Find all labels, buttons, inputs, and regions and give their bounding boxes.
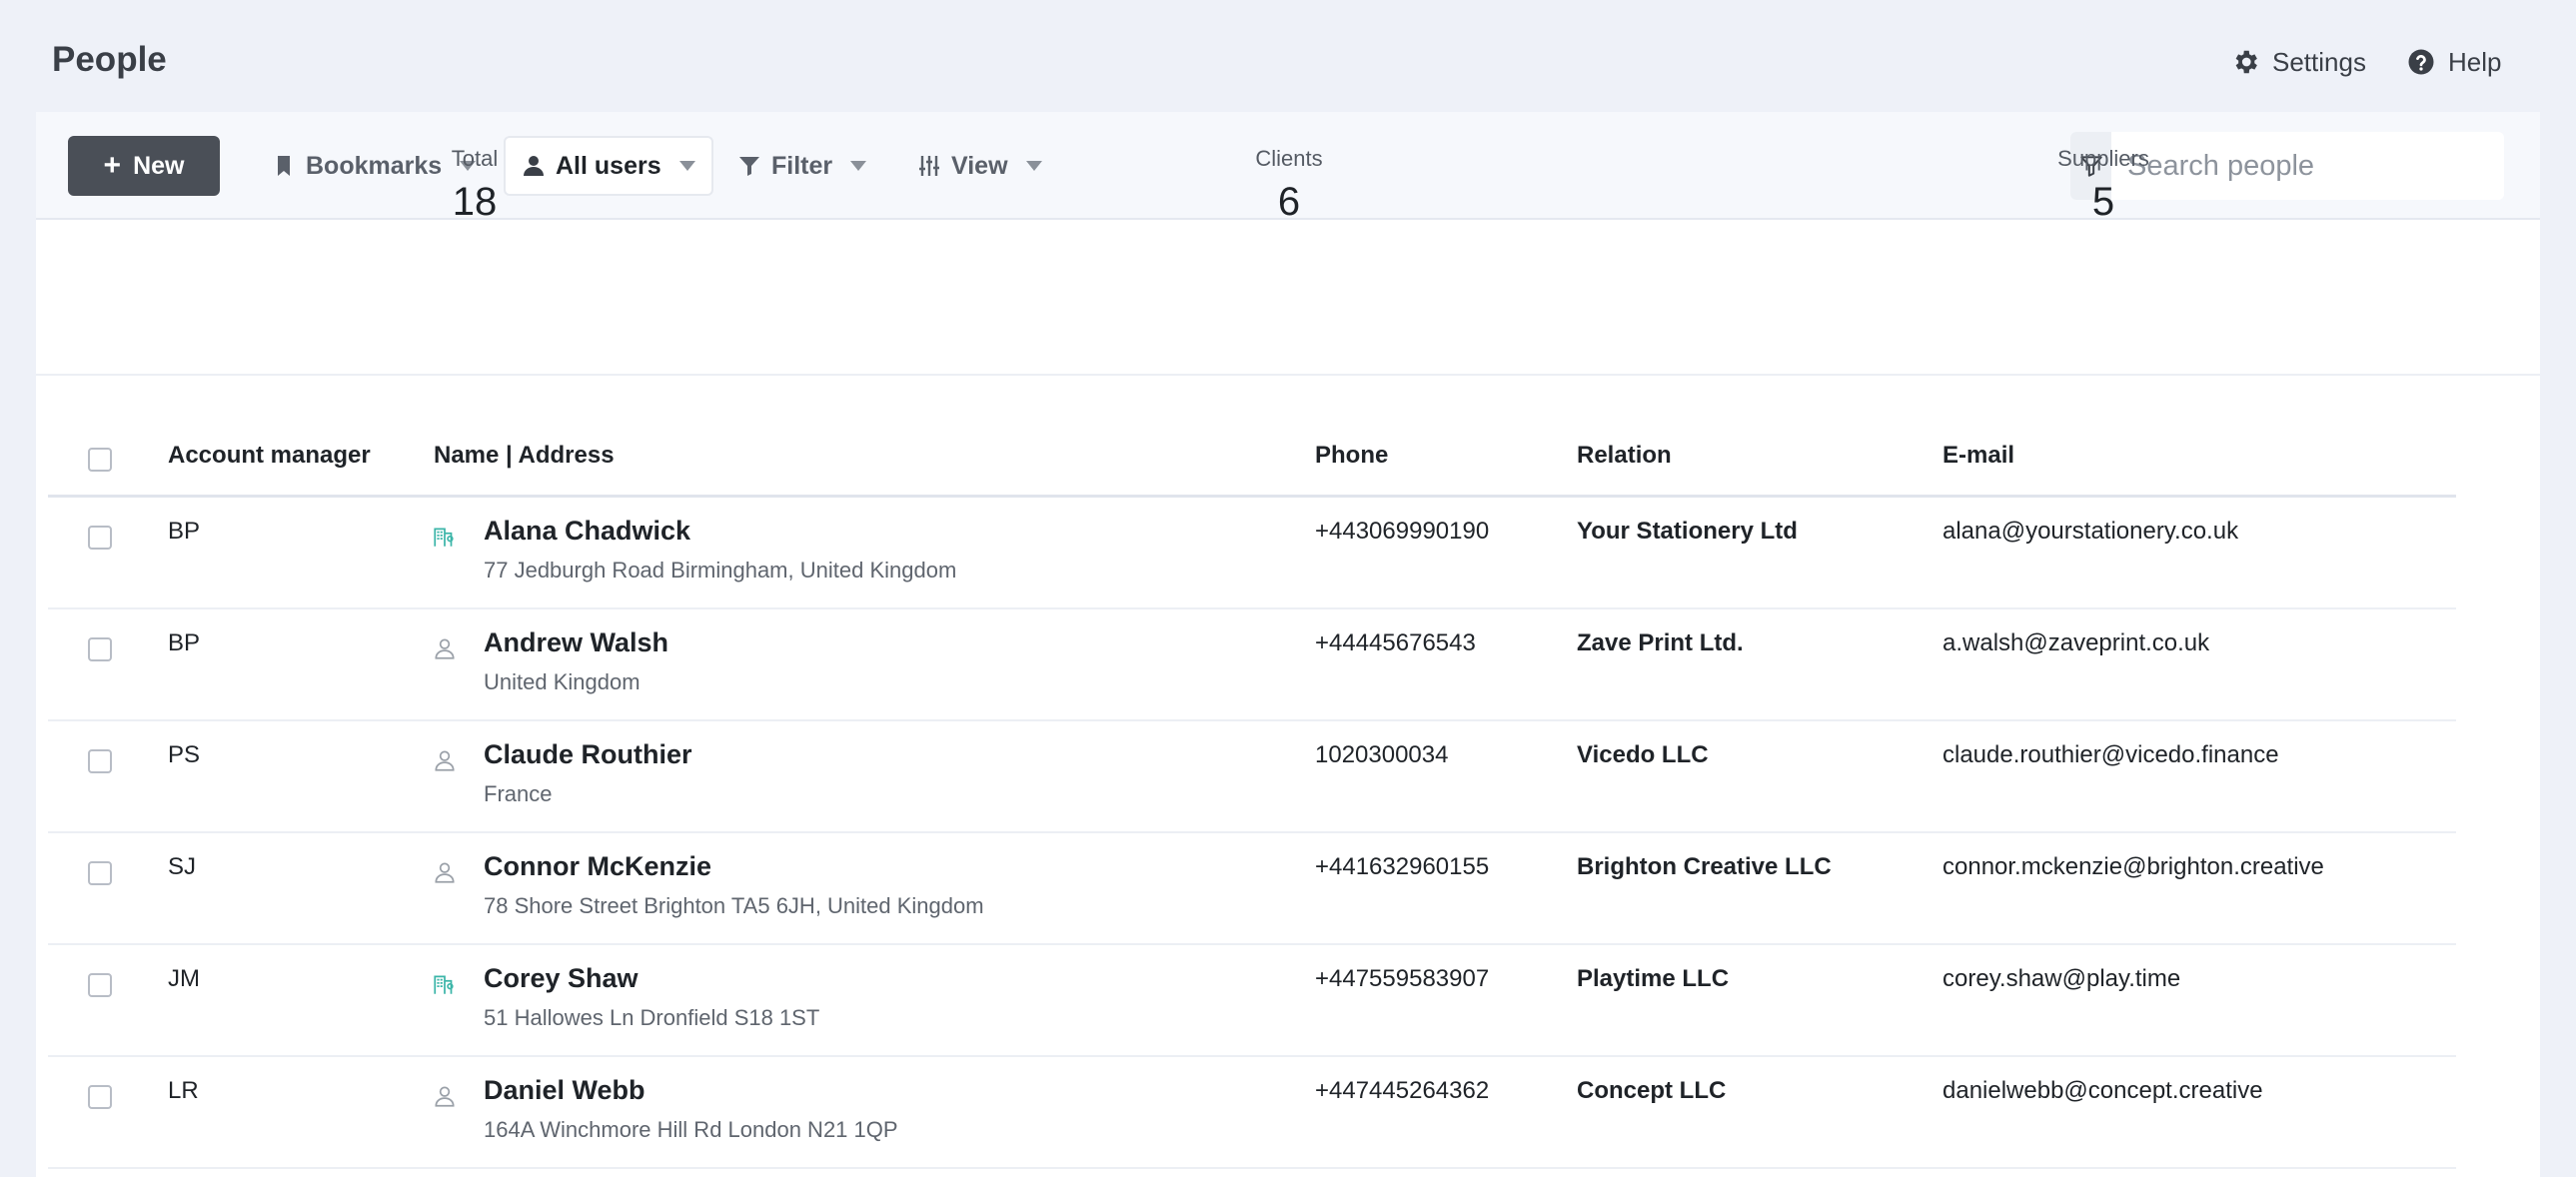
stat-label: Clients [1255, 146, 1323, 171]
table-row[interactable]: BP Alana Chadwick 77 Jedburgh Road Birmi… [48, 498, 2456, 609]
row-checkbox[interactable] [88, 1085, 112, 1109]
person-address: 51 Hallowes Ln Dronfield S18 1ST [484, 1005, 820, 1030]
stat-suppliers: Suppliers 5 [2038, 146, 2168, 225]
all-users-dropdown[interactable]: All users [504, 136, 713, 196]
top-bar: People Settings Help [0, 0, 2576, 112]
chevron-down-icon [850, 161, 867, 171]
company-icon [434, 975, 454, 994]
relation: Playtime LLC [1577, 965, 1730, 992]
view-dropdown[interactable]: View [917, 136, 1042, 196]
person-name[interactable]: Alana Chadwick [484, 516, 690, 547]
column-header[interactable]: Name | Address [434, 442, 615, 470]
person-icon [435, 862, 455, 883]
stat-label: Total [451, 146, 499, 171]
relation: Vicedo LLC [1577, 741, 1709, 768]
settings-link[interactable]: Settings [2230, 44, 2366, 80]
phone: +447559583907 [1315, 965, 1490, 992]
person-address: 78 Shore Street Brighton TA5 6JH, United… [484, 893, 984, 918]
table-row[interactable]: SJ Connor McKenzie 78 Shore Street Brigh… [48, 833, 2456, 945]
filter-dropdown[interactable]: Filter [737, 136, 867, 196]
help-icon [2408, 49, 2434, 75]
email[interactable]: danielwebb@concept.creative [1942, 1077, 2263, 1105]
person-icon [435, 638, 455, 659]
row-checkbox[interactable] [88, 973, 112, 997]
help-link[interactable]: Help [2406, 44, 2501, 80]
email[interactable]: alana@yourstationery.co.uk [1942, 518, 2238, 546]
person-name[interactable]: Connor McKenzie [484, 851, 711, 882]
phone: +447445264362 [1315, 1077, 1490, 1104]
filter-label: Filter [771, 151, 833, 180]
person-icon [435, 1086, 455, 1107]
new-button[interactable]: + New [68, 136, 220, 196]
column-header[interactable]: Phone [1315, 442, 1388, 470]
stat-total: Total 18 [420, 146, 530, 225]
column-header[interactable]: Relation [1577, 442, 1672, 470]
stat-clients: Clients 6 [1229, 146, 1349, 225]
person-address: United Kingdom [484, 669, 641, 694]
row-checkbox[interactable] [88, 637, 112, 661]
column-header[interactable]: Account manager [168, 442, 371, 470]
table-row[interactable]: PS Claude Routhier France 1020300034 Vic… [48, 721, 2456, 833]
new-button-label: New [133, 151, 185, 180]
person-icon [435, 750, 455, 771]
table-header: Account manager Name | Address Phone Rel… [48, 420, 2456, 498]
person-name[interactable]: Andrew Walsh [484, 627, 668, 658]
stat-value: 18 [452, 180, 498, 224]
account-manager: JM [168, 965, 200, 992]
person-name[interactable]: Corey Shaw [484, 963, 639, 994]
email[interactable]: claude.routhier@vicedo.finance [1942, 741, 2279, 769]
stat-value: 6 [1277, 180, 1301, 224]
help-label: Help [2448, 46, 2502, 77]
page-title: People [52, 40, 167, 79]
account-manager: BP [168, 629, 201, 656]
email[interactable]: a.walsh@zaveprint.co.uk [1942, 629, 2209, 657]
chevron-down-icon [1025, 161, 1042, 171]
table-row[interactable]: LR Daniel Webb 164A Winchmore Hill Rd Lo… [48, 1057, 2456, 1169]
table-row[interactable]: JM Corey Shaw 51 Hallowes Ln Dronfield S… [48, 945, 2456, 1057]
column-header[interactable]: E-mail [1942, 442, 2014, 470]
table-row[interactable]: BP Andrew Walsh United Kingdom +44445676… [48, 609, 2456, 721]
sliders-icon [919, 156, 939, 176]
person-address: France [484, 781, 553, 806]
relation: Brighton Creative LLC [1577, 853, 1832, 880]
email[interactable]: connor.mckenzie@brighton.creative [1942, 853, 2324, 881]
relation: Your Stationery Ltd [1577, 518, 1798, 545]
account-manager: BP [168, 518, 201, 545]
bookmark-icon [278, 156, 290, 176]
view-label: View [951, 151, 1008, 180]
chevron-down-icon [678, 161, 695, 171]
person-address: 77 Jedburgh Road Birmingham, United King… [484, 558, 957, 583]
row-checkbox[interactable] [88, 861, 112, 885]
phone: 1020300034 [1315, 741, 1449, 768]
relation: Zave Print Ltd. [1577, 629, 1744, 656]
company-icon [434, 528, 454, 547]
person-name[interactable]: Daniel Webb [484, 1075, 645, 1106]
all-users-label: All users [556, 151, 661, 180]
gear-icon [2235, 50, 2257, 74]
relation: Concept LLC [1577, 1077, 1727, 1104]
row-checkbox[interactable] [88, 526, 112, 550]
select-all-checkbox[interactable] [88, 448, 112, 472]
plus-icon: + [103, 149, 122, 182]
email[interactable]: corey.shaw@play.time [1942, 965, 2180, 993]
stat-value: 5 [2091, 180, 2115, 224]
account-manager: LR [168, 1077, 199, 1104]
row-checkbox[interactable] [88, 749, 112, 773]
stat-label: Suppliers [2057, 146, 2149, 171]
phone: +44445676543 [1315, 629, 1476, 656]
settings-label: Settings [2272, 46, 2366, 77]
phone: +443069990190 [1315, 518, 1490, 545]
search-input[interactable] [2111, 132, 2504, 200]
person-name[interactable]: Claude Routhier [484, 739, 692, 770]
person-address: 164A Winchmore Hill Rd London N21 1QP [484, 1117, 898, 1142]
phone: +441632960155 [1315, 853, 1490, 880]
account-manager: SJ [168, 853, 197, 880]
filter-icon [739, 157, 759, 176]
account-manager: PS [168, 741, 201, 768]
stats-divider [36, 374, 2540, 376]
